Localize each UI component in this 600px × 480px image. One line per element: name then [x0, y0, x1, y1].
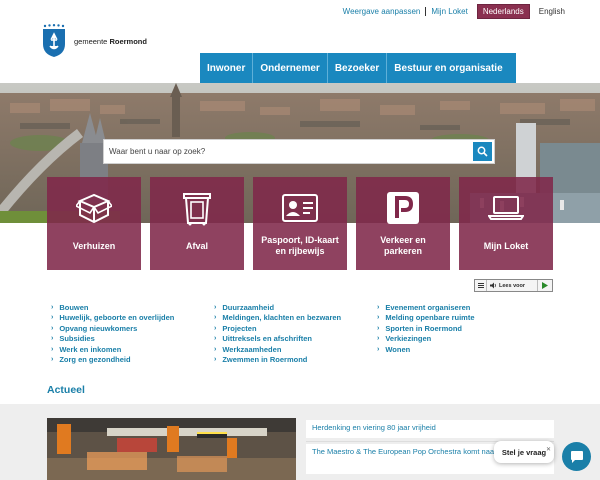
- tile-paspoort[interactable]: Paspoort, ID-kaart en rijbewijs: [253, 177, 347, 270]
- chevron-right-icon: ›: [214, 335, 217, 343]
- link-duurzaamheid[interactable]: › Duurzaamheid: [214, 303, 341, 313]
- link-projecten[interactable]: › Projecten: [214, 324, 341, 334]
- nav-ondernemer[interactable]: Ondernemer: [253, 53, 328, 83]
- link-meldingen[interactable]: › Meldingen, klachten en bezwaren: [214, 313, 341, 323]
- chevron-right-icon: ›: [214, 324, 217, 332]
- tile-label: Mijn Loket: [483, 240, 529, 251]
- play-button[interactable]: [538, 280, 552, 291]
- speaker-icon: [490, 282, 496, 289]
- mijn-loket-link[interactable]: Mijn Loket: [431, 7, 467, 16]
- readspeaker-bar: Lees voor: [474, 279, 553, 292]
- link-melding-openbare-ruimte[interactable]: › Melding openbare ruimte: [377, 313, 475, 323]
- chevron-right-icon: ›: [377, 335, 380, 343]
- play-icon: [542, 282, 548, 289]
- chevron-right-icon: ›: [214, 314, 217, 322]
- tile-label: Paspoort, ID-kaart en rijbewijs: [261, 235, 339, 256]
- lees-voor-button[interactable]: Lees voor: [487, 280, 538, 291]
- link-bouwen[interactable]: › Bouwen: [51, 303, 174, 313]
- utility-bar: Weergave aanpassen Mijn Loket Nederlands…: [343, 4, 570, 19]
- nav-inwoner[interactable]: Inwoner: [200, 53, 254, 83]
- menu-icon[interactable]: [475, 280, 487, 291]
- chevron-right-icon: ›: [51, 304, 54, 311]
- news-image[interactable]: [47, 418, 296, 480]
- waste-container-icon: [183, 193, 211, 226]
- close-icon[interactable]: ✕: [546, 446, 551, 453]
- link-evenement[interactable]: › Evenement organiseren: [377, 303, 475, 313]
- search-icon: [477, 146, 488, 157]
- link-sporten[interactable]: › Sporten in Roermond: [377, 324, 475, 334]
- link-uittreksels[interactable]: › Uittreksels en afschriften: [214, 334, 341, 344]
- coat-of-arms-icon: [43, 24, 65, 57]
- link-wonen[interactable]: › Wonen: [377, 345, 475, 355]
- tile-mijn-loket[interactable]: Mijn Loket: [459, 177, 553, 270]
- chevron-right-icon: ›: [377, 345, 380, 353]
- link-werkzaamheden[interactable]: › Werkzaamheden: [214, 345, 341, 355]
- tile-label: Verkeer en parkeren: [380, 235, 426, 256]
- actueel-heading: Actueel: [47, 384, 85, 396]
- tile-verhuizen[interactable]: Verhuizen: [47, 177, 141, 270]
- search-button[interactable]: [473, 142, 492, 161]
- id-card-icon: [282, 194, 318, 222]
- links-column-1: › Bouwen › Huwelijk, geboorte en overlijde…: [51, 303, 174, 365]
- chevron-right-icon: ›: [51, 335, 54, 343]
- lang-nl-button[interactable]: Nederlands: [476, 4, 530, 19]
- link-verkiezingen[interactable]: › Verkiezingen: [377, 334, 475, 344]
- weergave-link[interactable]: Weergave aanpassen: [343, 7, 421, 16]
- tile-label: Afval: [185, 240, 208, 251]
- chat-icon: [570, 450, 583, 463]
- chevron-right-icon: ›: [214, 304, 217, 311]
- links-column-3: › Evenement organiseren › Melding openbare…: [377, 303, 475, 355]
- chat-button[interactable]: [562, 442, 591, 471]
- divider: [425, 7, 427, 16]
- tunnel-works-image: [47, 418, 296, 480]
- news-item-1[interactable]: Herdenking en viering 80 jaar vrijheid: [306, 420, 554, 438]
- moving-box-icon: [76, 193, 112, 224]
- search-box: [103, 139, 495, 164]
- link-subsidies[interactable]: › Subsidies: [51, 334, 174, 344]
- search-input[interactable]: [104, 140, 464, 163]
- link-werk[interactable]: › Werk en inkomen: [51, 345, 174, 355]
- logo[interactable]: gemeente Roermond: [42, 24, 147, 58]
- link-huwelijk[interactable]: › Huwelijk, geboorte en overlijden: [51, 313, 174, 323]
- tile-afval[interactable]: Afval: [150, 177, 244, 270]
- chat-prompt[interactable]: Stel je vraag: [494, 441, 554, 463]
- main-nav: Inwoner Ondernemer Bezoeker Bestuur en o…: [200, 53, 516, 83]
- nav-bezoeker[interactable]: Bezoeker: [328, 53, 388, 83]
- tile-verkeer[interactable]: Verkeer en parkeren: [356, 177, 450, 270]
- lang-en-button[interactable]: English: [534, 5, 570, 18]
- chevron-right-icon: ›: [51, 314, 54, 322]
- laptop-icon: [488, 196, 524, 220]
- link-zwemmen[interactable]: › Zwemmen in Roermond: [214, 355, 341, 365]
- chevron-right-icon: ›: [51, 345, 54, 353]
- nav-bestuur[interactable]: Bestuur en organisatie: [387, 53, 509, 83]
- link-zorg[interactable]: › Zorg en gezondheid: [51, 355, 174, 365]
- chevron-right-icon: ›: [51, 324, 54, 332]
- logo-text: gemeente Roermond: [74, 36, 147, 46]
- chevron-right-icon: ›: [377, 314, 380, 322]
- links-column-2: › Duurzaamheid › Meldingen, klachten en be…: [214, 303, 341, 365]
- chevron-right-icon: ›: [377, 324, 380, 332]
- link-opvang[interactable]: › Opvang nieuwkomers: [51, 324, 174, 334]
- chevron-right-icon: ›: [214, 345, 217, 353]
- chevron-right-icon: ›: [377, 304, 380, 311]
- tile-label: Verhuizen: [72, 240, 116, 251]
- parking-icon: [387, 192, 419, 224]
- chevron-right-icon: ›: [214, 356, 217, 364]
- chevron-right-icon: ›: [51, 356, 54, 364]
